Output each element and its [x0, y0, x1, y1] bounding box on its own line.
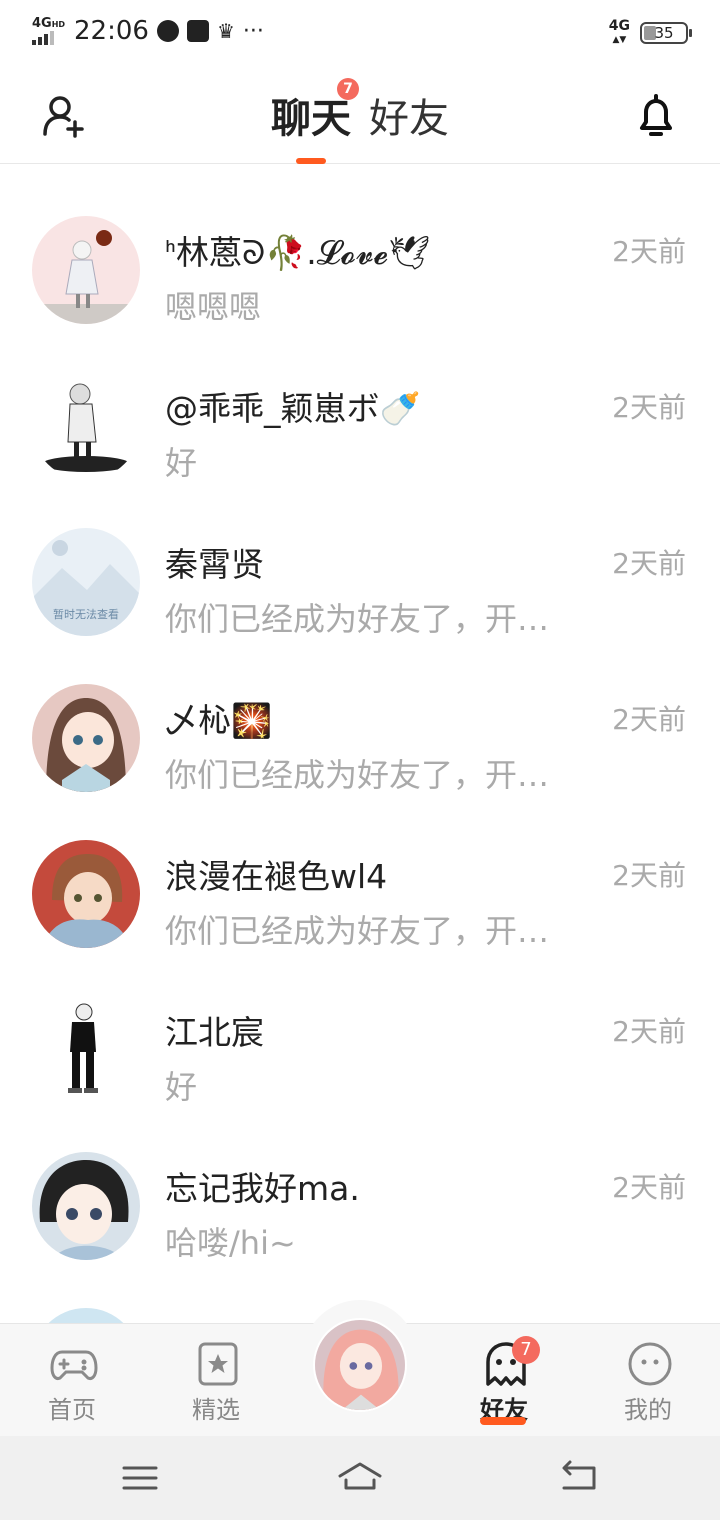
mobile-data-icon: 4G ▲▼ — [608, 18, 630, 45]
more-notifications: ··· — [242, 18, 264, 44]
chat-time: 2天前 — [612, 391, 686, 424]
home-icon[interactable] — [336, 1458, 384, 1498]
chat-row[interactable]: 浪漫在褪色wl4 你们已经成为好友了，开… 2天前 — [0, 840, 720, 996]
chat-time: 2天前 — [612, 1015, 686, 1048]
chat-row[interactable]: 乄杺🎇 你们已经成为好友了，开… 2天前 — [0, 684, 720, 840]
gamepad-icon — [50, 1350, 98, 1380]
chat-time: 2天前 — [612, 547, 686, 580]
chat-time: 2天前 — [612, 859, 686, 892]
chat-name: 秦霄贤 — [165, 545, 264, 584]
chat-name: @乖乖_颖崽ボ🍼 — [165, 389, 421, 428]
avatar — [32, 372, 140, 480]
face-icon — [628, 1342, 672, 1386]
avatar — [32, 996, 140, 1104]
active-bottom-tab-indicator — [480, 1417, 526, 1425]
back-icon[interactable] — [556, 1458, 600, 1498]
app-notification-icon — [156, 20, 179, 42]
tab-home[interactable]: 首页 — [22, 1324, 122, 1437]
status-bar: 4GHD 22:06 ♛ ··· 4G ▲▼ 35 — [0, 0, 720, 64]
crown-icon: ♛ — [216, 19, 235, 43]
chat-last-message: 你们已经成为好友了，开… — [165, 600, 550, 638]
avatar — [32, 840, 140, 948]
cellular-signal-icon: 4GHD — [30, 17, 66, 45]
chat-name: 乄杺🎇 — [165, 701, 273, 740]
chat-row[interactable]: 忘记我好ma. 哈喽/hi~ 2天前 — [0, 1152, 720, 1308]
tab-featured[interactable]: 精选 — [166, 1324, 266, 1437]
chat-unread-badge: 7 — [337, 78, 359, 100]
chat-name: 江北宸 — [165, 1013, 264, 1052]
tab-friends-label: 好友 — [369, 96, 449, 142]
tab-me-label: 我的 — [624, 1396, 672, 1424]
chat-name: 忘记我好ma. — [165, 1169, 360, 1208]
chat-time: 2天前 — [612, 703, 686, 736]
friends-unread-badge: 7 — [512, 1336, 540, 1364]
tab-me[interactable]: 我的 — [598, 1324, 698, 1437]
tab-friends[interactable]: 好友 — [369, 86, 449, 144]
chat-row[interactable]: @乖乖_颖崽ボ🍼 好 2天前 — [0, 372, 720, 528]
avatar-placeholder: 暂时无法查看 — [32, 528, 140, 636]
top-header: 聊天 7 好友 — [0, 64, 720, 164]
chat-last-message: 嗯嗯嗯 — [165, 288, 262, 326]
chat-last-message: 你们已经成为好友了，开… — [165, 756, 550, 794]
chat-name: ᑋ林蒽ᘐ🥀.𝓛𝓸𝓿𝓮🕊 — [165, 233, 431, 272]
avatar — [32, 1308, 140, 1323]
star-bookmark-icon — [198, 1342, 238, 1386]
system-nav-bar — [0, 1436, 720, 1520]
menu-icon[interactable] — [118, 1458, 162, 1498]
chat-last-message: 好 — [165, 1068, 198, 1106]
chat-list[interactable]: ᑋ林蒽ᘐ🥀.𝓛𝓸𝓿𝓮🕊 嗯嗯嗯 2天前 @乖乖_颖崽ボ🍼 好 2天前 暂时无法查… — [0, 165, 720, 1323]
chat-row[interactable]: 暂时无法查看 秦霄贤 你们已经成为好友了，开… 2天前 — [0, 528, 720, 684]
chat-last-message: 你们已经成为好友了，开… — [165, 912, 550, 950]
avatar — [32, 216, 140, 324]
message-notification-icon — [186, 20, 209, 42]
avatar-placeholder-text: 暂时无法查看 — [53, 608, 119, 621]
tab-chat[interactable]: 聊天 7 — [271, 78, 359, 144]
clock: 22:06 — [74, 16, 149, 46]
chat-time: 2天前 — [612, 235, 686, 268]
chat-row[interactable]: ᑋ林蒽ᘐ🥀.𝓛𝓸𝓿𝓮🕊 嗯嗯嗯 2天前 — [0, 216, 720, 372]
tab-home-label: 首页 — [48, 1396, 96, 1424]
active-tab-indicator — [296, 158, 326, 164]
avatar — [32, 684, 140, 792]
tab-chat-label: 聊天 — [271, 96, 351, 142]
bell-icon[interactable] — [634, 92, 678, 140]
center-avatar-button[interactable] — [313, 1318, 407, 1412]
chat-name: 浪漫在褪色wl4 — [165, 857, 388, 896]
chat-last-message: 哈喽/hi~ — [165, 1224, 296, 1262]
battery-icon: 35 — [640, 22, 692, 44]
chat-last-message: 好 — [165, 444, 198, 482]
avatar — [32, 1152, 140, 1260]
chat-time: 2天前 — [612, 1171, 686, 1204]
tab-featured-label: 精选 — [192, 1396, 240, 1424]
chat-row[interactable]: 江北宸 好 2天前 — [0, 996, 720, 1152]
